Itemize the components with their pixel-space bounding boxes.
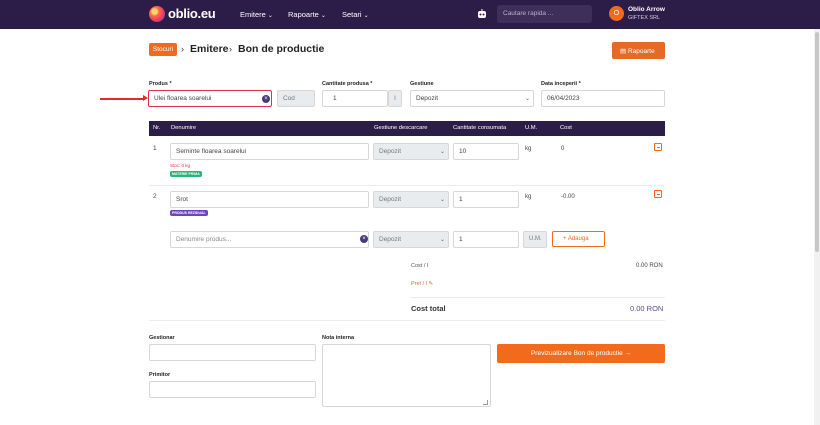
page-title: Bon de productie <box>238 43 325 55</box>
quick-search-input[interactable]: Cautare rapida ... <box>497 5 592 23</box>
add-row-button[interactable]: + Adauga <box>552 231 605 247</box>
cost-text: -0.00 <box>561 194 575 200</box>
stock-text: Stoc: 0 kg <box>170 163 191 168</box>
chevron-down-icon: ⌄ <box>525 96 531 102</box>
produs-rezidual-badge: PRODUS REZIDUAL <box>170 210 208 216</box>
nota-interna-textarea[interactable] <box>322 344 491 407</box>
cost-per-unit-value: 0.00 RON <box>636 263 663 269</box>
row-separator <box>149 185 665 186</box>
th-cantitate: Cantitate consumata <box>453 125 507 131</box>
user-avatar[interactable]: O <box>609 6 624 21</box>
cantitate-consumata-input[interactable]: 1 <box>453 191 519 208</box>
gestiune-descarcare-select[interactable]: Depozit <box>373 143 449 160</box>
breadcrumb-separator: › <box>229 44 232 54</box>
chevron-down-icon: ⌄ <box>363 13 369 19</box>
pencil-icon: ✎ <box>428 281 434 287</box>
user-company: GIFTEX SRL <box>628 15 661 21</box>
nota-interna-label: Nota interna <box>322 335 355 341</box>
th-nr: Nr. <box>153 125 161 131</box>
materie-prima-badge: MATERIE PRIMA <box>170 171 202 177</box>
denumire-input[interactable]: Srot <box>170 191 369 208</box>
th-um: U.M. <box>525 125 538 131</box>
row-number: 2 <box>153 193 157 200</box>
previzualizare-button[interactable]: Previzualizare Bon de productie → <box>497 344 665 363</box>
row-number: 1 <box>153 145 157 152</box>
robot-icon[interactable] <box>476 8 488 20</box>
remove-row-icon[interactable] <box>654 143 662 151</box>
cantitate-unit: l <box>388 90 402 107</box>
breadcrumb-emitere[interactable]: Emitere <box>190 43 229 55</box>
gestiune-descarcare-select[interactable]: Depozit <box>373 191 449 208</box>
th-cost: Cost <box>560 125 572 131</box>
denumire-input[interactable]: Seminte floarea soarelui <box>170 143 369 160</box>
top-navbar <box>0 0 820 29</box>
nav-setari-label: Setari <box>342 10 362 19</box>
new-gestiune-select[interactable]: Depozit <box>373 231 449 248</box>
cantitate-consumata-input[interactable]: 10 <box>453 143 519 160</box>
pret-label: Pret / l <box>411 281 427 287</box>
chevron-down-icon: ⌄ <box>267 13 273 19</box>
gestiune-label: Gestiune <box>410 81 434 87</box>
nav-setari[interactable]: Setari ⌄ <box>342 10 369 19</box>
cost-per-unit-label: Cost / l <box>411 263 429 269</box>
pret-per-unit-link[interactable]: Pret / l ✎ <box>411 281 433 287</box>
new-um-input[interactable]: U.M. <box>523 231 547 248</box>
cod-input[interactable]: Cod <box>277 90 315 107</box>
nav-emitere[interactable]: Emitere ⌄ <box>240 10 273 19</box>
scrollbar-thumb[interactable] <box>815 32 819 252</box>
gestionar-label: Gestionar <box>149 335 175 341</box>
gestiune-select[interactable]: Depozit <box>410 90 534 107</box>
chevron-down-icon: ⌄ <box>440 237 446 243</box>
produs-label: Produs * <box>149 81 172 87</box>
rapoarte-label: Rapoarte <box>627 48 655 55</box>
new-denumire-input[interactable]: Denumire produs... <box>170 231 369 248</box>
um-text: kg <box>525 194 532 200</box>
data-inceperii-input[interactable]: 06/04/2023 <box>541 90 665 107</box>
stocuri-button[interactable]: Stocuri <box>149 43 177 56</box>
chevron-down-icon: ⌄ <box>440 197 446 203</box>
chevron-down-icon: ⌄ <box>320 13 326 19</box>
cantitate-label: Cantitate produsa * <box>322 81 373 87</box>
primitor-label: Primitor <box>149 372 171 378</box>
rapoarte-button[interactable]: ▤ Rapoarte <box>612 42 665 59</box>
gestionar-input[interactable] <box>149 344 316 361</box>
th-denumire: Denumire <box>171 125 197 131</box>
nav-rapoarte[interactable]: Rapoarte ⌄ <box>288 10 326 19</box>
total-label: Cost total <box>411 304 446 313</box>
new-cantitate-input[interactable]: 1 <box>453 231 519 248</box>
resize-handle-icon[interactable] <box>483 400 488 405</box>
cantitate-input[interactable]: 1 <box>322 90 388 107</box>
produs-input[interactable]: Ulei floarea soarelui <box>148 90 272 107</box>
remove-row-icon[interactable] <box>654 190 662 198</box>
primitor-input[interactable] <box>149 381 316 398</box>
summary-separator <box>411 297 665 298</box>
nav-emitere-label: Emitere <box>240 10 266 19</box>
report-icon: ▤ <box>620 48 628 55</box>
section-separator <box>149 320 665 321</box>
data-label: Data inceperii * <box>541 81 581 87</box>
um-text: kg <box>525 146 532 152</box>
clear-icon[interactable]: × <box>360 235 368 243</box>
breadcrumb-separator: › <box>181 44 184 54</box>
annotation-arrow <box>100 95 148 101</box>
cost-text: 0 <box>561 146 565 152</box>
logo-text[interactable]: oblio.eu <box>168 6 216 21</box>
th-gestiune: Gestiune descarcare <box>374 125 428 131</box>
total-value: 0.00 RON <box>630 304 664 313</box>
chevron-down-icon: ⌄ <box>440 149 446 155</box>
clear-icon[interactable]: × <box>262 95 270 103</box>
nav-rapoarte-label: Rapoarte <box>288 10 319 19</box>
oblio-logo-icon[interactable] <box>149 6 165 22</box>
user-name[interactable]: Oblio Arrow <box>628 6 665 13</box>
